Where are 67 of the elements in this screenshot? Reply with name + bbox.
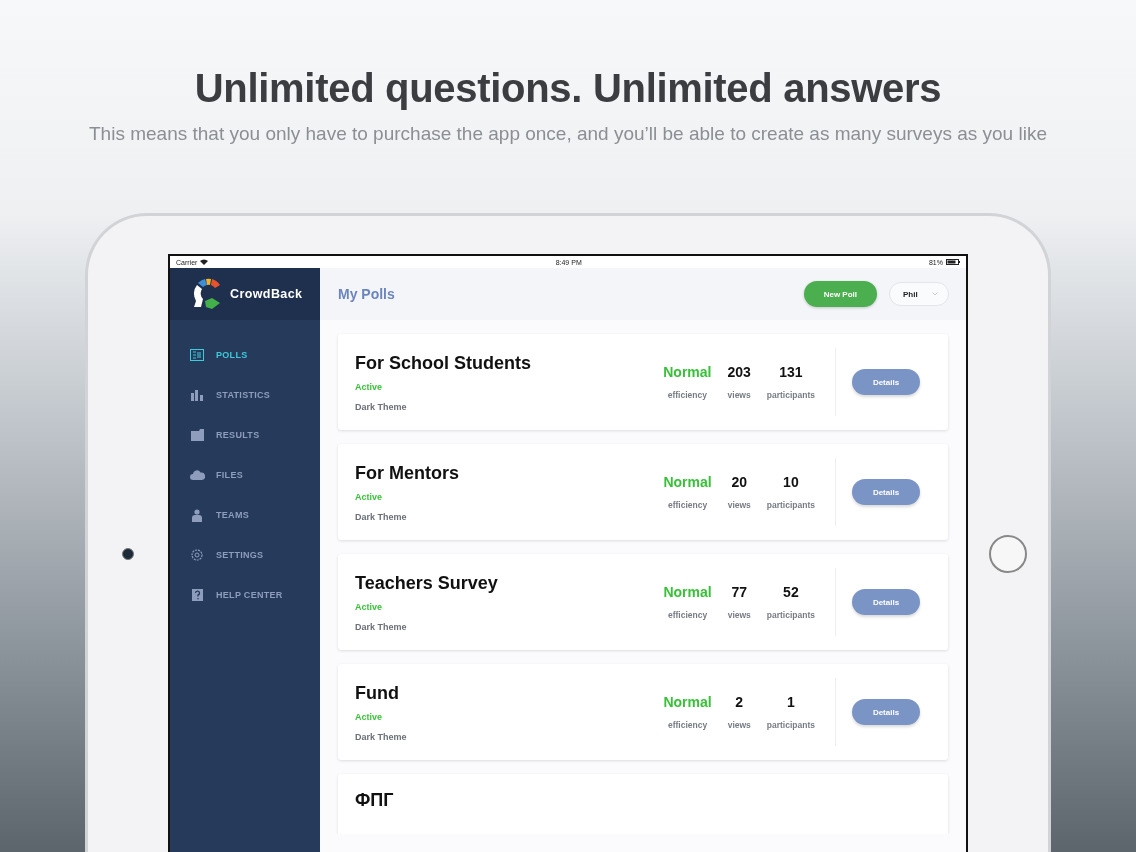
caret-icon <box>932 292 938 296</box>
participants-count: 131 <box>779 364 803 380</box>
details-button[interactable]: Details <box>852 479 920 505</box>
efficiency-value: Normal <box>663 584 712 600</box>
wifi-icon <box>200 259 209 265</box>
views-count: 2 <box>735 694 744 710</box>
person-icon <box>192 508 202 522</box>
poll-status: Active <box>355 491 382 502</box>
user-dropdown[interactable]: Phil <box>889 282 949 306</box>
battery-icon <box>946 259 960 265</box>
poll-status: Active <box>355 381 382 392</box>
sidebar-item[interactable]: SETTINGS <box>170 535 320 575</box>
subtitle: This means that you only have to purchase the app once, and you’ll be able to create as many surveys as you like <box>89 123 1047 145</box>
headline: Unlimited questions. Unlimited answers <box>194 66 942 111</box>
poll-title: For Mentors <box>355 462 459 484</box>
cloud-icon <box>189 470 205 480</box>
details-button[interactable]: Details <box>852 589 920 615</box>
poll-title: ФПГ <box>355 790 394 811</box>
poll-theme: Dark Theme <box>355 401 407 412</box>
sidebar-item[interactable]: RESULTS <box>170 415 320 455</box>
participants-count: 52 <box>783 584 799 600</box>
new-poll-button[interactable]: New Poll <box>803 281 877 307</box>
sidebar-item[interactable]: POLLS <box>170 335 320 375</box>
bar-chart-icon <box>190 389 204 401</box>
poll-status: Active <box>355 601 382 612</box>
stat-label: efficiency <box>667 610 708 620</box>
help-icon <box>191 589 203 601</box>
sidebar-item[interactable]: FILES <box>170 455 320 495</box>
app-name: CrowdBack <box>230 287 303 301</box>
camera <box>122 548 134 560</box>
gear-icon <box>191 549 203 561</box>
logo-icon <box>192 277 222 311</box>
details-button[interactable]: Details <box>852 369 920 395</box>
efficiency-value: Normal <box>663 694 712 710</box>
poll-status: Active <box>355 711 382 722</box>
participants-count: 1 <box>787 694 795 710</box>
views-count: 20 <box>731 474 747 490</box>
sidebar-item[interactable]: STATISTICS <box>170 375 320 415</box>
stat-label: views <box>727 390 751 400</box>
page-title: My Polls <box>338 286 396 302</box>
views-count: 77 <box>731 584 747 600</box>
participants-count: 10 <box>783 474 799 490</box>
sidebar-item[interactable]: TEAMS <box>170 495 320 535</box>
poll-title: Teachers Survey <box>355 572 498 594</box>
poll-theme: Dark Theme <box>355 731 407 742</box>
poll-list-icon <box>190 349 204 361</box>
poll-theme: Dark Theme <box>355 511 407 522</box>
stat-label: participants <box>766 720 815 730</box>
poll-title: For School Students <box>355 352 531 374</box>
folder-icon <box>190 429 204 441</box>
efficiency-value: Normal <box>663 364 712 380</box>
stat-label: views <box>727 720 751 730</box>
stat-label: views <box>727 610 751 620</box>
stat-label: participants <box>766 610 815 620</box>
home-button[interactable] <box>989 535 1027 573</box>
stat-label: participants <box>766 390 815 400</box>
poll-title: Fund <box>355 682 399 704</box>
views-count: 203 <box>727 364 751 380</box>
stat-label: efficiency <box>667 390 707 400</box>
efficiency-value: Normal <box>663 474 712 490</box>
stat-label: participants <box>766 500 815 510</box>
details-button[interactable]: Details <box>852 699 920 725</box>
sidebar-item[interactable]: HELP CENTER <box>170 575 320 615</box>
stat-label: efficiency <box>667 720 708 730</box>
poll-theme: Dark Theme <box>355 621 407 632</box>
stat-label: efficiency <box>667 500 708 510</box>
stat-label: views <box>727 500 751 510</box>
